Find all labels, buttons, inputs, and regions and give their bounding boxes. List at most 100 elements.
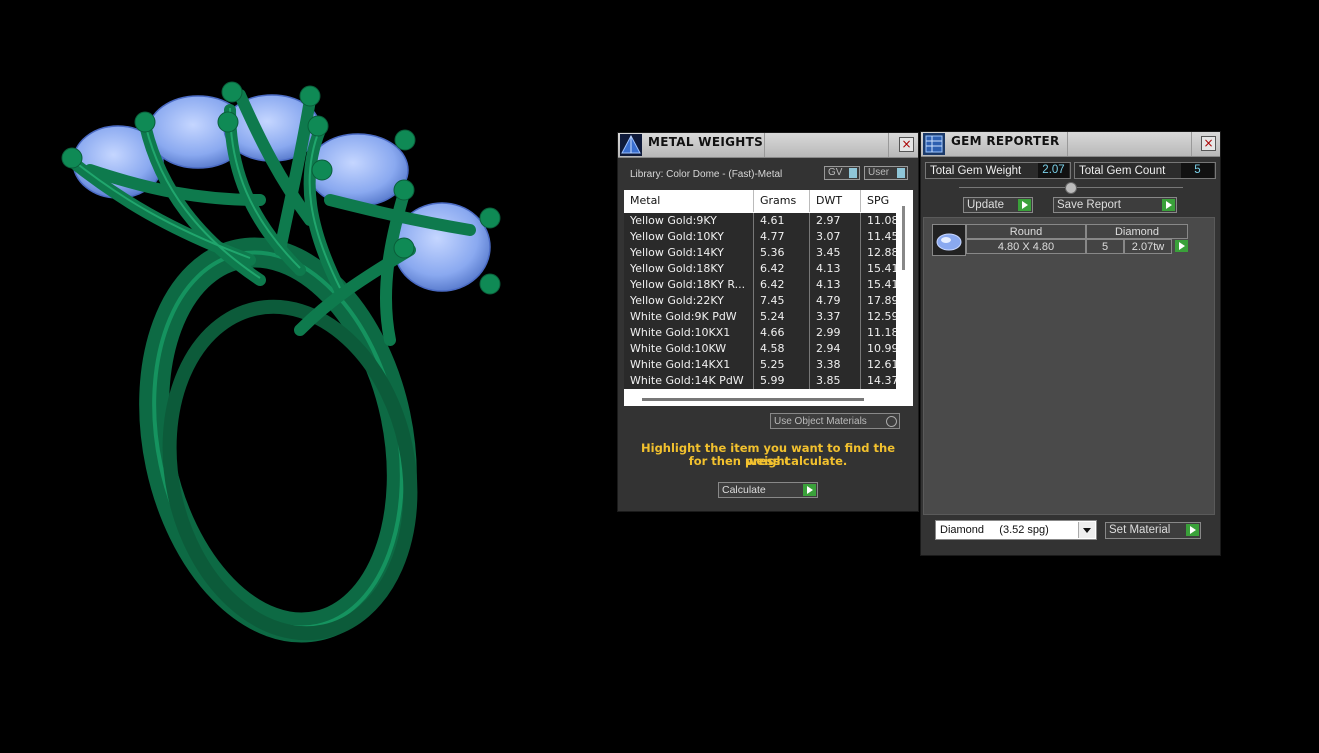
grams-value: 6.42 bbox=[754, 261, 810, 277]
play-icon bbox=[1186, 524, 1199, 536]
total-gem-weight-value: 2.07 bbox=[1038, 163, 1069, 178]
close-icon[interactable]: × bbox=[1201, 136, 1216, 151]
metal-name: Yellow Gold:9KY bbox=[624, 213, 754, 229]
table-row[interactable]: White Gold:10KW 4.58 2.94 10.99 bbox=[624, 341, 896, 357]
grams-value: 4.66 bbox=[754, 325, 810, 341]
spg-value: 12.88 bbox=[861, 245, 896, 261]
use-object-materials-label: Use Object Materials bbox=[774, 416, 867, 427]
splitter-knob-icon[interactable] bbox=[1065, 182, 1077, 194]
vertical-scrollbar[interactable] bbox=[902, 206, 905, 270]
table-row[interactable]: Yellow Gold:18KY R... 6.42 4.13 15.41 bbox=[624, 277, 896, 293]
table-header: Metal Grams DWT SPG bbox=[624, 190, 913, 212]
update-button[interactable]: Update bbox=[963, 197, 1033, 213]
use-object-materials-toggle[interactable]: Use Object Materials bbox=[770, 413, 900, 429]
set-material-button[interactable]: Set Material bbox=[1105, 522, 1201, 539]
gem-reporter-titlebar[interactable]: GEM REPORTER × bbox=[921, 132, 1220, 157]
calculate-button[interactable]: Calculate bbox=[718, 482, 818, 498]
spg-value: 12.61 bbox=[861, 357, 896, 373]
gem-size: 4.80 X 4.80 bbox=[966, 239, 1086, 254]
title-divider bbox=[1191, 132, 1192, 156]
gem-icon bbox=[923, 133, 945, 155]
dwt-value: 2.97 bbox=[810, 213, 861, 229]
table-row[interactable]: Yellow Gold:22KY 7.45 4.79 17.89 bbox=[624, 293, 896, 309]
library-label: Library: Color Dome - (Fast)-Metal bbox=[630, 169, 783, 180]
table-row[interactable]: Yellow Gold:14KY 5.36 3.45 12.88 bbox=[624, 245, 896, 261]
table-row[interactable]: White Gold:14K PdW 5.99 3.85 14.37 bbox=[624, 373, 896, 389]
column-header-dwt[interactable]: DWT bbox=[810, 190, 861, 212]
spg-value: 15.41 bbox=[861, 277, 896, 293]
column-header-spg[interactable]: SPG bbox=[861, 190, 901, 212]
spg-value: 15.41 bbox=[861, 261, 896, 277]
update-label: Update bbox=[967, 199, 1005, 211]
table-row[interactable]: White Gold:14KX1 5.25 3.38 12.61 bbox=[624, 357, 896, 373]
gem-material: Diamond bbox=[1086, 224, 1188, 239]
table-body: Yellow Gold:9KY 4.61 2.97 11.08 Yellow Gold:… bbox=[624, 213, 896, 389]
spg-value: 11.08 bbox=[861, 213, 896, 229]
table-row[interactable]: Yellow Gold:10KY 4.77 3.07 11.45 bbox=[624, 229, 896, 245]
dwt-value: 3.07 bbox=[810, 229, 861, 245]
metal-name: White Gold:10KW bbox=[624, 341, 754, 357]
gem-list[interactable]: Round Diamond 4.80 X 4.80 5 2.07tw bbox=[923, 217, 1215, 515]
grams-value: 5.24 bbox=[754, 309, 810, 325]
title-divider bbox=[888, 133, 889, 157]
metal-weights-panel: METAL WEIGHTS × Library: Color Dome - (F… bbox=[617, 132, 919, 512]
table-row[interactable]: White Gold:9K PdW 5.24 3.37 12.59 bbox=[624, 309, 896, 325]
metal-name: White Gold:9K PdW bbox=[624, 309, 754, 325]
spg-value: 17.89 bbox=[861, 293, 896, 309]
table-row[interactable]: Yellow Gold:18KY 6.42 4.13 15.41 bbox=[624, 261, 896, 277]
material-select-value: Diamond (3.52 spg) bbox=[940, 524, 1049, 536]
spg-value: 12.59 bbox=[861, 309, 896, 325]
column-header-metal[interactable]: Metal bbox=[624, 190, 754, 212]
metal-name: White Gold:10KX1 bbox=[624, 325, 754, 341]
metal-name: White Gold:14K PdW bbox=[624, 373, 754, 389]
close-icon[interactable]: × bbox=[899, 137, 914, 152]
column-header-grams[interactable]: Grams bbox=[754, 190, 810, 212]
dwt-value: 3.37 bbox=[810, 309, 861, 325]
play-icon bbox=[1162, 199, 1175, 211]
dwt-value: 2.94 bbox=[810, 341, 861, 357]
ring-model[interactable] bbox=[0, 0, 610, 749]
save-report-button[interactable]: Save Report bbox=[1053, 197, 1177, 213]
calculate-label: Calculate bbox=[722, 484, 766, 496]
set-material-label: Set Material bbox=[1109, 524, 1171, 536]
panel-title: GEM REPORTER bbox=[951, 134, 1060, 148]
metal-name: Yellow Gold:18KY bbox=[624, 261, 754, 277]
horizontal-scrollbar[interactable] bbox=[642, 398, 864, 401]
panel-title: METAL WEIGHTS bbox=[648, 135, 764, 149]
gem-list-item[interactable]: Round Diamond 4.80 X 4.80 5 2.07tw bbox=[932, 224, 1190, 256]
gem-count: 5 bbox=[1086, 239, 1124, 254]
grams-value: 6.42 bbox=[754, 277, 810, 293]
table-row[interactable]: Yellow Gold:9KY 4.61 2.97 11.08 bbox=[624, 213, 896, 229]
grams-value: 5.99 bbox=[754, 373, 810, 389]
gv-label: GV bbox=[828, 167, 843, 178]
3d-viewport[interactable] bbox=[0, 0, 610, 749]
play-icon bbox=[1018, 199, 1031, 211]
table-row[interactable]: White Gold:10KX1 4.66 2.99 11.18 bbox=[624, 325, 896, 341]
title-divider bbox=[764, 133, 765, 157]
dwt-value: 3.38 bbox=[810, 357, 861, 373]
radio-icon bbox=[886, 416, 897, 427]
dwt-value: 4.79 bbox=[810, 293, 861, 309]
material-select[interactable]: Diamond (3.52 spg) bbox=[935, 520, 1097, 540]
gem-weight: 2.07tw bbox=[1124, 239, 1172, 254]
dwt-value: 4.13 bbox=[810, 261, 861, 277]
user-toggle[interactable]: User bbox=[864, 166, 908, 180]
dwt-value: 2.99 bbox=[810, 325, 861, 341]
metal-name: Yellow Gold:22KY bbox=[624, 293, 754, 309]
metal-table[interactable]: Metal Grams DWT SPG Yellow Gold:9KY 4.61 2… bbox=[624, 190, 913, 406]
total-gem-count-value: 5 bbox=[1181, 163, 1214, 178]
spg-value: 11.18 bbox=[861, 325, 896, 341]
gem-reporter-panel: GEM REPORTER × Total Gem Weight 2.07 Tot… bbox=[920, 131, 1221, 556]
spg-value: 10.99 bbox=[861, 341, 896, 357]
dwt-value: 4.13 bbox=[810, 277, 861, 293]
total-gem-count-label: Total Gem Count bbox=[1079, 165, 1166, 177]
gem-shape: Round bbox=[966, 224, 1086, 239]
grams-value: 4.58 bbox=[754, 341, 810, 357]
gv-toggle[interactable]: GV bbox=[824, 166, 860, 180]
play-icon[interactable] bbox=[1175, 240, 1188, 252]
metal-weights-titlebar[interactable]: METAL WEIGHTS × bbox=[618, 133, 918, 158]
play-icon bbox=[803, 484, 816, 496]
dropdown-arrow-icon[interactable] bbox=[1078, 522, 1095, 538]
pyramid-icon bbox=[620, 134, 642, 156]
dwt-value: 3.45 bbox=[810, 245, 861, 261]
